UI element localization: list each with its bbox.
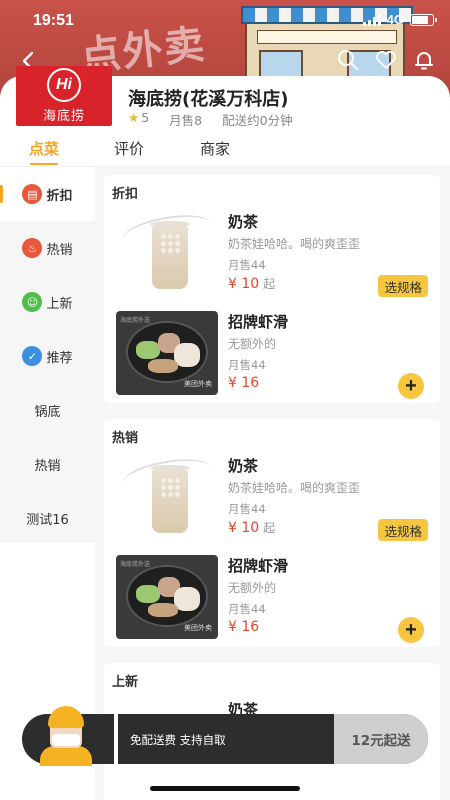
thumb-up-icon: ✓	[22, 346, 43, 366]
section-title: 上新	[112, 675, 139, 690]
menu-content: 折扣 奶茶 奶茶娃哈哈。喝的爽歪歪 月售44 ¥ 10 起 选规格 海底捞外送 美…	[95, 167, 450, 800]
dish-name: 招牌虾滑	[228, 313, 289, 331]
battery-icon	[410, 13, 437, 26]
dish-desc: 无额外的	[228, 337, 277, 351]
dish-sold: 月售44	[228, 258, 266, 272]
menu-section-discount: 折扣 奶茶 奶茶娃哈哈。喝的爽歪歪 月售44 ¥ 10 起 选规格 海底捞外送 美…	[104, 175, 440, 403]
notification-bell-icon[interactable]	[412, 48, 436, 72]
dish-sold: 月售44	[228, 502, 266, 516]
search-icon[interactable]	[336, 48, 360, 72]
tab-bar: 点菜 评价 商家	[0, 134, 450, 166]
select-spec-button[interactable]: 选规格	[378, 519, 428, 541]
tab-order[interactable]: 点菜	[29, 138, 59, 159]
store-rating: ★ 5	[128, 110, 150, 125]
dish-price: ¥ 10 起	[228, 520, 276, 536]
category-item-hotpot-base[interactable]: 锅底	[0, 383, 95, 437]
dish-name: 奶茶	[228, 213, 259, 231]
category-sidebar: ▤ 折扣 ♨ 热销 ☺ 上新 ✓ 推荐 锅底 热销 测试16	[0, 167, 95, 543]
add-to-cart-button[interactable]: +	[398, 617, 424, 643]
category-label: 热销	[34, 458, 61, 474]
category-item-test16[interactable]: 测试16	[0, 491, 95, 545]
tab-merchant[interactable]: 商家	[200, 138, 230, 159]
category-label: 上新	[46, 296, 73, 312]
category-item-discount[interactable]: ▤ 折扣	[0, 167, 95, 221]
dish-desc: 奶茶娃哈哈。喝的爽歪歪	[228, 481, 361, 495]
network-label: 4G	[386, 12, 404, 27]
min-order-button[interactable]: 12元起送	[334, 714, 428, 764]
fire-icon: ♨	[22, 238, 43, 258]
dish-name: 招牌虾滑	[228, 557, 289, 575]
status-bar: 19:51 4G	[0, 0, 450, 44]
dish-sold: 月售44	[228, 358, 266, 372]
store-delivery-time: 配送约0分钟	[222, 113, 293, 128]
smile-icon: ☺	[22, 292, 43, 312]
star-icon: ★	[128, 110, 140, 125]
store-logo: Hi 海底捞	[16, 66, 112, 126]
dish-price: ¥ 16	[228, 375, 260, 391]
courier-avatar-icon[interactable]	[36, 706, 96, 766]
category-item-hot[interactable]: ♨ 热销	[0, 221, 95, 275]
category-label: 折扣	[46, 188, 73, 204]
dish-image-shrimp-paste: 海底捞外送 美团外卖	[116, 311, 218, 395]
tab-active-indicator	[30, 163, 58, 165]
discount-icon: ▤	[22, 184, 43, 204]
category-item-new[interactable]: ☺ 上新	[0, 275, 95, 329]
category-label: 热销	[46, 242, 73, 258]
menu-section-hot: 热销 奶茶 奶茶娃哈哈。喝的爽歪歪 月售44 ¥ 10 起 选规格 海底捞外送 美…	[104, 419, 440, 647]
store-monthly-sales: 月售8	[169, 113, 203, 128]
category-item-hot-2[interactable]: 热销	[0, 437, 95, 491]
logo-text: 海底捞	[42, 109, 85, 124]
logo-mark: Hi	[47, 68, 81, 102]
section-title: 折扣	[112, 187, 139, 202]
cart-info-text: 免配送费 支持自取	[130, 733, 226, 747]
home-indicator[interactable]	[150, 786, 300, 791]
category-label: 测试16	[26, 512, 69, 528]
select-spec-button[interactable]: 选规格	[378, 275, 428, 297]
dish-sold: 月售44	[228, 602, 266, 616]
dish-item[interactable]: 海底捞外送 美团外卖 招牌虾滑 无额外的 月售44 ¥ 16 +	[104, 307, 440, 403]
dish-image-milk-tea	[116, 455, 218, 539]
section-title: 热销	[112, 431, 139, 446]
dish-item[interactable]: 奶茶 奶茶娃哈哈。喝的爽歪歪 月售44 ¥ 10 起 选规格	[104, 451, 440, 547]
status-time: 19:51	[33, 12, 74, 29]
dish-desc: 无额外的	[228, 581, 277, 595]
dish-item[interactable]: 海底捞外送 美团外卖 招牌虾滑 无额外的 月售44 ¥ 16 +	[104, 551, 440, 647]
dish-desc: 奶茶娃哈哈。喝的爽歪歪	[228, 237, 361, 251]
add-to-cart-button[interactable]: +	[398, 373, 424, 399]
category-item-recommend[interactable]: ✓ 推荐	[0, 329, 95, 383]
category-label: 推荐	[46, 350, 73, 366]
tab-reviews[interactable]: 评价	[114, 138, 144, 159]
category-label: 锅底	[34, 404, 61, 420]
dish-image-milk-tea	[116, 211, 218, 295]
dish-item[interactable]: 奶茶 奶茶娃哈哈。喝的爽歪歪 月售44 ¥ 10 起 选规格	[104, 207, 440, 303]
dish-image-shrimp-paste: 海底捞外送 美团外卖	[116, 555, 218, 639]
dish-price: ¥ 16	[228, 619, 260, 635]
dish-price: ¥ 10 起	[228, 276, 276, 292]
store-name: 海底捞(花溪万科店)	[128, 89, 289, 110]
signal-icon	[362, 13, 381, 26]
dish-name: 奶茶	[228, 457, 259, 475]
store-meta: ★ 5 月售8 配送约0分钟	[128, 110, 293, 129]
favorite-heart-icon[interactable]	[374, 48, 398, 72]
